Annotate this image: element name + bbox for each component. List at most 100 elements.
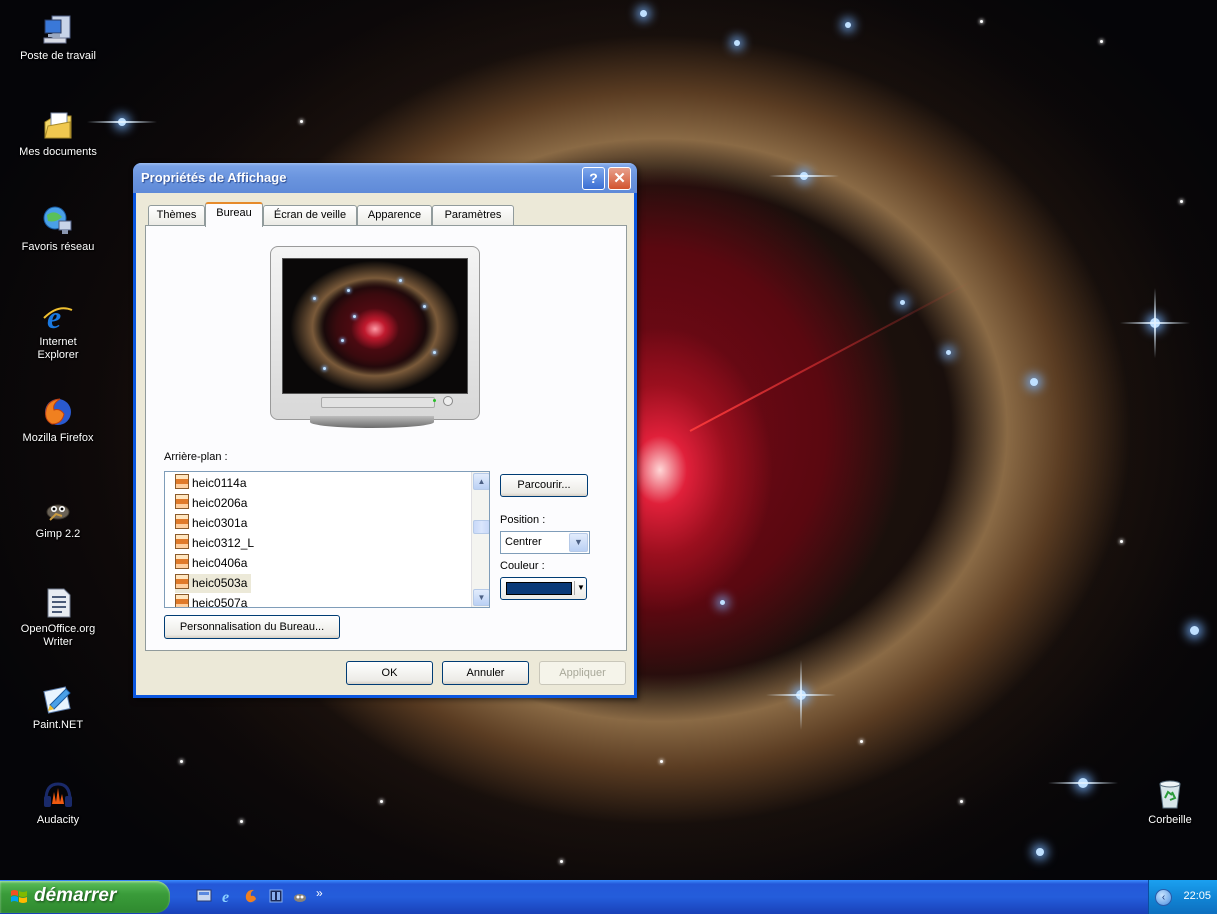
desktop-icon-network-places[interactable]: Favoris réseau: [3, 205, 113, 254]
preview-star: [399, 279, 402, 282]
listbox-scrollbar[interactable]: ▲ ▼: [471, 472, 489, 607]
show-hidden-icons-button[interactable]: ‹: [1155, 889, 1172, 906]
internet-explorer-quicklaunch-icon[interactable]: e: [220, 888, 236, 904]
tab-themes[interactable]: Thèmes: [148, 205, 205, 225]
desktop-icon-label: Gimp 2.2: [35, 528, 81, 540]
browse-button[interactable]: Parcourir...: [500, 474, 588, 497]
desktop-icon-openoffice-writer[interactable]: OpenOffice.org Writer: [3, 587, 113, 649]
start-button[interactable]: démarrer: [0, 881, 170, 913]
image-file-icon: [175, 514, 189, 529]
wallpaper-star: [1030, 378, 1038, 386]
scroll-up-icon[interactable]: ▲: [473, 473, 489, 490]
list-item[interactable]: heic0301a: [175, 514, 251, 533]
wallpaper-star: [734, 40, 740, 46]
background-label: Arrière-plan :: [164, 451, 228, 463]
openoffice-writer-icon: [42, 587, 74, 619]
firefox-quicklaunch-icon[interactable]: [244, 888, 260, 904]
wallpaper-star: [960, 800, 963, 803]
wallpaper-star: [1120, 540, 1123, 543]
firefox-icon: [42, 396, 74, 428]
background-listbox[interactable]: heic0114a heic0206a heic0301a heic0312_L…: [164, 471, 490, 608]
monitor-stand: [310, 416, 434, 428]
position-select[interactable]: Centrer ▼: [500, 531, 590, 554]
wallpaper-sparkle: [769, 175, 839, 177]
wallpaper-star: [980, 20, 983, 23]
list-item[interactable]: heic0114a: [175, 474, 251, 493]
color-picker-separator: [574, 581, 575, 595]
desktop-icon-internet-explorer[interactable]: e Internet Explorer: [3, 299, 113, 362]
image-file-icon: [175, 534, 189, 549]
dialog-title: Propriétés de Affichage: [141, 170, 287, 185]
tab-appearance[interactable]: Apparence: [357, 205, 432, 225]
wallpaper-star: [560, 860, 563, 863]
list-item[interactable]: heic0312_L: [175, 534, 258, 553]
desktop-icon-label: Internet Explorer: [37, 336, 79, 361]
desktop-icon-gimp[interactable]: Gimp 2.2: [3, 492, 113, 541]
chevron-down-icon[interactable]: ▼: [569, 533, 588, 552]
desktop-icon-audacity[interactable]: Audacity: [3, 778, 113, 827]
desktop-icon-label: Poste de travail: [20, 50, 96, 62]
list-item[interactable]: heic0406a: [175, 554, 251, 573]
wallpaper-star: [1190, 626, 1199, 635]
dropdown-arrow-icon: ▼: [577, 583, 585, 592]
list-item[interactable]: heic0507a: [175, 594, 251, 607]
color-picker-button[interactable]: ▼: [500, 577, 587, 600]
preview-star: [323, 367, 326, 370]
tab-settings[interactable]: Paramètres: [432, 205, 514, 225]
wallpaper-star: [300, 120, 303, 123]
desktop-icon-label: Mes documents: [19, 146, 97, 158]
list-item[interactable]: heic0206a: [175, 494, 251, 513]
desktop-icon-firefox[interactable]: Mozilla Firefox: [3, 396, 113, 445]
desktop-icon-label: Favoris réseau: [21, 241, 95, 253]
desktop-icon-label: Corbeille: [1148, 814, 1192, 826]
image-file-icon: [175, 474, 189, 489]
wallpaper-sparkle: [1048, 782, 1118, 784]
cancel-button[interactable]: Annuler: [442, 661, 529, 685]
desktop-icon-label: Paint.NET: [32, 719, 84, 731]
color-swatch: [506, 582, 572, 595]
color-label: Couleur :: [500, 560, 545, 572]
image-file-icon: [175, 574, 189, 589]
start-label: démarrer: [34, 885, 117, 906]
desktop-icon-recycle-bin[interactable]: Corbeille: [1115, 778, 1217, 827]
display-properties-dialog: Propriétés de Affichage ? ✕ Thèmes Burea…: [133, 163, 637, 698]
media-player-quicklaunch-icon[interactable]: [268, 888, 284, 904]
wallpaper-star: [660, 760, 663, 763]
help-button[interactable]: ?: [582, 167, 605, 190]
clock[interactable]: 22:05: [1183, 890, 1211, 902]
dialog-titlebar[interactable]: Propriétés de Affichage ? ✕: [133, 163, 637, 193]
position-value: Centrer: [505, 536, 542, 548]
monitor-led: [433, 399, 436, 402]
scroll-down-icon[interactable]: ▼: [473, 589, 489, 606]
tab-screensaver[interactable]: Écran de veille: [263, 205, 357, 225]
gimp-quicklaunch-icon[interactable]: [292, 888, 308, 904]
scroll-thumb[interactable]: [473, 520, 489, 534]
desktop-icon-paint-net[interactable]: Paint.NET: [3, 683, 113, 732]
desktop-icon-label: Audacity: [36, 814, 80, 826]
windows-logo-icon: [11, 890, 27, 903]
close-button[interactable]: ✕: [608, 167, 631, 190]
svg-text:e: e: [47, 300, 61, 332]
desktop-icon-label: Mozilla Firefox: [22, 432, 94, 444]
preview-star: [313, 297, 316, 300]
ok-button[interactable]: OK: [346, 661, 433, 685]
tab-desktop[interactable]: Bureau: [205, 202, 263, 227]
monitor-drive-slot: [321, 397, 435, 408]
wallpaper-star: [1100, 40, 1103, 43]
desktop-icon-my-documents[interactable]: Mes documents: [3, 110, 113, 159]
customize-desktop-button[interactable]: Personnalisation du Bureau...: [164, 615, 340, 639]
image-file-icon: [175, 494, 189, 509]
desktop-icon-my-computer[interactable]: Poste de travail: [3, 14, 113, 63]
svg-text:e: e: [222, 889, 229, 904]
wallpaper-preview: [282, 258, 468, 394]
wallpaper-star: [900, 300, 905, 305]
apply-button[interactable]: Appliquer: [539, 661, 626, 685]
desktop-tab-panel: Arrière-plan : heic0114a heic0206a heic0…: [145, 225, 627, 651]
system-tray: ‹ 22:05: [1148, 880, 1217, 914]
show-desktop-icon[interactable]: [196, 888, 212, 904]
list-item-selected[interactable]: heic0503a: [175, 574, 252, 593]
preview-star: [433, 351, 436, 354]
my-documents-icon: [42, 110, 74, 142]
recycle-bin-icon: [1154, 778, 1186, 810]
quicklaunch-overflow-button[interactable]: »: [316, 886, 323, 900]
